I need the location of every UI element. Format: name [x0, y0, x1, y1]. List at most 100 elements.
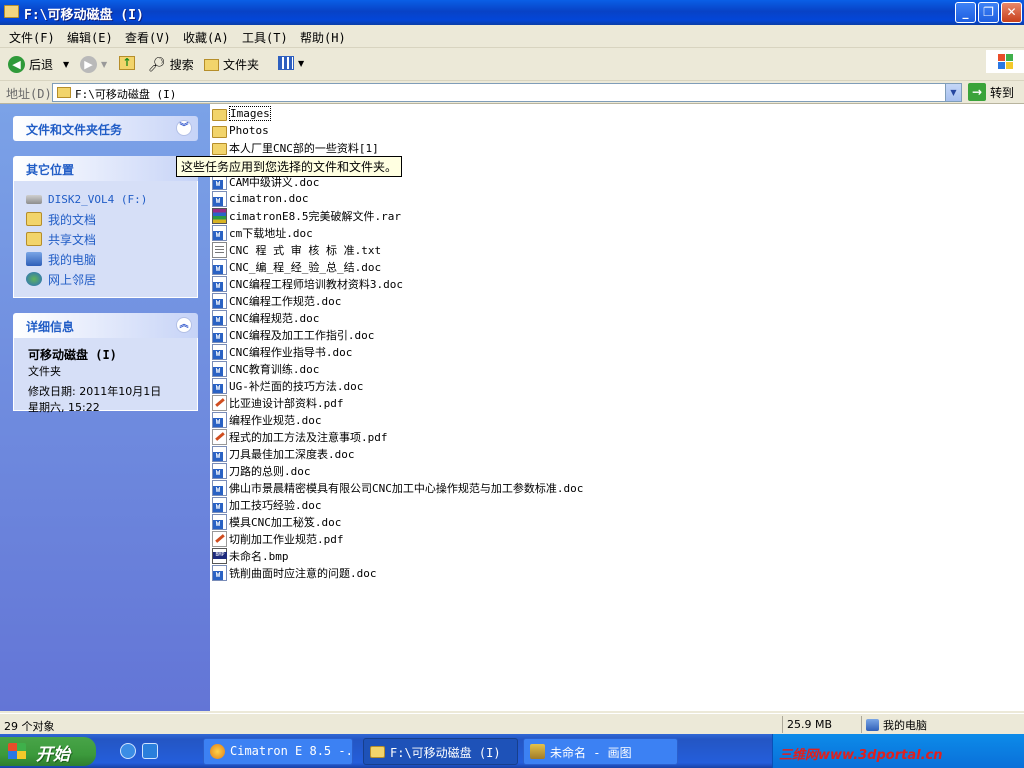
menu-tools[interactable]: 工具(T)	[242, 29, 288, 46]
show-desktop-icon[interactable]	[142, 743, 158, 759]
file-item[interactable]: CNC编程及加工工作指引.doc	[212, 326, 374, 343]
place-my-computer[interactable]: 我的电脑	[26, 249, 197, 269]
address-input[interactable]: F:\可移动磁盘 (I) ▼	[52, 83, 962, 102]
file-name: CNC编程工程师培训教材资料3.doc	[229, 277, 403, 291]
file-name: CNC编程及加工工作指引.doc	[229, 328, 375, 342]
task-paint[interactable]: 未命名 - 画图	[523, 738, 678, 765]
shared-folder-icon	[26, 232, 42, 246]
text-file-icon	[212, 241, 227, 258]
file-item[interactable]: cimatron.doc	[212, 190, 308, 207]
chevron-down-icon[interactable]: ▼	[63, 60, 69, 69]
file-item[interactable]: Images	[212, 105, 271, 122]
file-item[interactable]: cimatronE8.5完美破解文件.rar	[212, 207, 401, 224]
file-item[interactable]: 刀具最佳加工深度表.doc	[212, 445, 355, 462]
other-places-header[interactable]: 其它位置	[13, 156, 198, 181]
place-disk[interactable]: DISK2_VOL4 (F:)	[26, 189, 197, 209]
file-item[interactable]: 加工技巧经验.doc	[212, 496, 322, 513]
file-name: CNC编程作业指导书.doc	[229, 345, 353, 359]
chevron-down-icon[interactable]: ▼	[945, 84, 961, 101]
file-item[interactable]: cm下载地址.doc	[212, 224, 313, 241]
menu-help[interactable]: 帮助(H)	[300, 29, 346, 46]
file-item[interactable]: CNC 程 式 审 核 标 准.txt	[212, 241, 381, 258]
word-doc-icon	[212, 275, 227, 292]
pdf-icon	[212, 394, 227, 411]
forward-arrow-icon: ▶	[80, 56, 97, 73]
menu-edit[interactable]: 编辑(E)	[67, 29, 113, 46]
menu-favorites[interactable]: 收藏(A)	[183, 29, 229, 46]
status-bar: 29 个对象 25.9 MB 我的电脑	[0, 713, 1024, 734]
up-folder-button[interactable]: ↑	[119, 56, 135, 70]
close-button[interactable]: ✕	[1001, 2, 1022, 23]
minimize-button[interactable]: _	[955, 2, 976, 23]
details-name: 可移动磁盘 (I)	[28, 348, 117, 362]
start-label: 开始	[36, 745, 70, 765]
file-item[interactable]: 刀路的总则.doc	[212, 462, 311, 479]
file-item[interactable]: 本人厂里CNC部的一些资料[1]	[212, 139, 379, 156]
address-value: F:\可移动磁盘 (I)	[75, 88, 177, 101]
file-name: 刀具最佳加工深度表.doc	[229, 447, 355, 461]
file-item[interactable]: CNC编程工程师培训教材资料3.doc	[212, 275, 403, 292]
menu-view[interactable]: 查看(V)	[125, 29, 171, 46]
file-name: cimatron.doc	[229, 192, 309, 205]
views-button[interactable]: ▼	[278, 56, 304, 70]
task-explorer[interactable]: F:\可移动磁盘 (I)	[363, 738, 518, 765]
place-network[interactable]: 网上邻居	[26, 269, 197, 289]
file-item[interactable]: UG-补烂面的技巧方法.doc	[212, 377, 363, 394]
folder-icon	[212, 108, 227, 121]
chevron-up-icon[interactable]: ︽	[176, 317, 192, 333]
file-item[interactable]: 未命名.bmp	[212, 547, 289, 564]
chevron-down-icon[interactable]: ▼	[298, 59, 304, 68]
cimatron-icon	[210, 744, 225, 759]
ie-icon[interactable]	[120, 743, 136, 759]
file-item[interactable]: 程式的加工方法及注意事项.pdf	[212, 428, 388, 445]
file-item[interactable]: 编程作业规范.doc	[212, 411, 322, 428]
go-button[interactable]: → 转到	[968, 83, 1014, 101]
word-doc-icon	[212, 258, 227, 275]
file-item[interactable]: 模具CNC加工秘笈.doc	[212, 513, 341, 530]
details-type: 文件夹	[28, 365, 61, 378]
computer-icon	[26, 252, 42, 266]
file-name: Images	[229, 106, 271, 121]
file-tasks-header[interactable]: 文件和文件夹任务 ︾	[13, 116, 198, 141]
menu-file[interactable]: 文件(F)	[9, 29, 55, 46]
file-item[interactable]: 比亚迪设计部资料.pdf	[212, 394, 344, 411]
file-item[interactable]: CNC编程规范.doc	[212, 309, 319, 326]
folder-icon	[57, 87, 71, 98]
chevron-down-icon[interactable]: ▼	[101, 60, 107, 69]
file-item[interactable]: CNC编程工作规范.doc	[212, 292, 341, 309]
views-icon	[278, 56, 294, 70]
file-tasks-title: 文件和文件夹任务	[26, 123, 123, 137]
folder-icon	[370, 746, 385, 758]
file-tasks-panel: 文件和文件夹任务 ︾	[13, 116, 198, 141]
title-bar[interactable]: F:\可移动磁盘 (I) _ ❐ ✕	[0, 0, 1024, 25]
forward-button[interactable]: ▶ ▼	[80, 56, 107, 73]
maximize-button[interactable]: ❐	[978, 2, 999, 23]
file-name: cimatronE8.5完美破解文件.rar	[229, 209, 401, 223]
place-my-documents[interactable]: 我的文档	[26, 209, 197, 229]
details-header[interactable]: 详细信息 ︽	[13, 313, 198, 338]
start-button[interactable]: 开始	[0, 737, 96, 766]
file-name: 编程作业规范.doc	[229, 413, 322, 427]
folder-icon	[4, 5, 19, 18]
file-item[interactable]: 铣削曲面时应注意的问题.doc	[212, 564, 377, 581]
address-label: 地址(D)	[6, 87, 52, 101]
task-cimatron[interactable]: Cimatron E 8.5 -...	[203, 738, 353, 765]
task-pane: 文件和文件夹任务 ︾ 其它位置 DISK2_VOL4 (F:) 我的文档 共享文…	[0, 104, 210, 711]
file-item[interactable]: CNC_编_程_经_验_总_结.doc	[212, 258, 381, 275]
search-button[interactable]: 🔎︎ 搜索	[148, 56, 194, 73]
file-name: CNC 程 式 审 核 标 准.txt	[229, 243, 382, 257]
other-places-title: 其它位置	[26, 163, 75, 177]
place-shared-documents[interactable]: 共享文档	[26, 229, 197, 249]
file-item[interactable]: Photos	[212, 122, 269, 139]
folders-button[interactable]: 文件夹	[204, 56, 259, 73]
word-doc-icon	[212, 326, 227, 343]
place-label: DISK2_VOL4 (F:)	[48, 192, 148, 206]
chevron-down-icon[interactable]: ︾	[176, 120, 192, 136]
file-item[interactable]: CNC教育训练.doc	[212, 360, 319, 377]
folder-icon	[212, 125, 227, 138]
file-item[interactable]: 切削加工作业规范.pdf	[212, 530, 344, 547]
back-button[interactable]: ◀ 后退 ▼	[8, 56, 69, 73]
status-size: 25.9 MB	[782, 716, 861, 733]
file-item[interactable]: 佛山市景晨精密模具有限公司CNC加工中心操作规范与加工参数标准.doc	[212, 479, 583, 496]
file-item[interactable]: CNC编程作业指导书.doc	[212, 343, 352, 360]
